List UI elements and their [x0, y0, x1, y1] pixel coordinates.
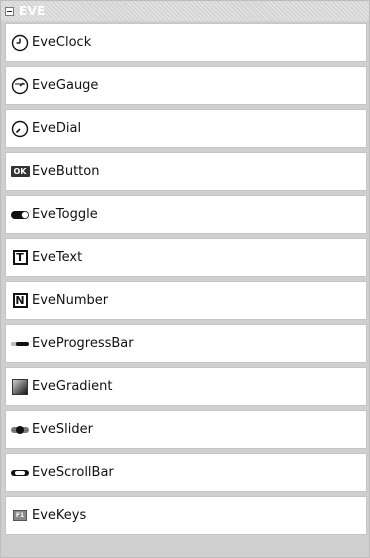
text-icon: T	[10, 248, 30, 268]
ok-icon-text: OK	[10, 166, 30, 177]
item-label: EveGradient	[32, 379, 113, 394]
gradient-icon	[10, 377, 30, 397]
scrollbar-icon	[10, 463, 30, 483]
dial-icon	[10, 119, 30, 139]
toolbox-item-evekeys[interactable]: F1 EveKeys	[5, 496, 367, 535]
toolbox-item-eveprogressbar[interactable]: EveProgressBar	[5, 324, 367, 363]
item-label: EveButton	[32, 164, 100, 179]
toolbox-item-evebutton[interactable]: OK EveButton	[5, 152, 367, 191]
item-label: EveKeys	[32, 508, 87, 523]
toolbox-item-evegradient[interactable]: EveGradient	[5, 367, 367, 406]
toolbox-items: EveClock EveGauge EveDial OK EveButton E…	[5, 23, 367, 539]
toolbox-item-evenumber[interactable]: N EveNumber	[5, 281, 367, 320]
slider-icon	[10, 420, 30, 440]
keys-icon: F1	[10, 506, 30, 526]
item-label: EveNumber	[32, 293, 109, 308]
toolbox-item-evescrollbar[interactable]: EveScrollBar	[5, 453, 367, 492]
item-label: EveScrollBar	[32, 465, 114, 480]
eve-group-header[interactable]: EVE	[1, 1, 369, 21]
item-label: EveGauge	[32, 78, 99, 93]
item-label: EveToggle	[32, 207, 98, 222]
clock-icon	[10, 33, 30, 53]
item-label: EveClock	[32, 35, 92, 50]
gauge-icon	[10, 76, 30, 96]
progress-bar-icon	[10, 334, 30, 354]
toolbox-item-eveclock[interactable]: EveClock	[5, 23, 367, 62]
number-icon-letter: N	[12, 293, 28, 308]
text-icon-letter: T	[12, 250, 28, 265]
ok-button-icon: OK	[10, 162, 30, 182]
toolbox-panel: EVE EveClock EveGauge EveDial OK EveButt…	[0, 0, 370, 558]
toolbox-item-eveslider[interactable]: EveSlider	[5, 410, 367, 449]
toolbox-item-evetext[interactable]: T EveText	[5, 238, 367, 277]
item-label: EveDial	[32, 121, 82, 136]
keys-icon-text: F1	[13, 510, 27, 521]
number-icon: N	[10, 291, 30, 311]
toolbox-item-evetoggle[interactable]: EveToggle	[5, 195, 367, 234]
toolbox-item-evegauge[interactable]: EveGauge	[5, 66, 367, 105]
item-label: EveText	[32, 250, 83, 265]
item-label: EveProgressBar	[32, 336, 134, 351]
group-title: EVE	[19, 4, 46, 18]
item-label: EveSlider	[32, 422, 93, 437]
toolbox-item-evedial[interactable]: EveDial	[5, 109, 367, 148]
collapse-minus-icon[interactable]	[5, 6, 14, 16]
toggle-icon	[10, 205, 30, 225]
